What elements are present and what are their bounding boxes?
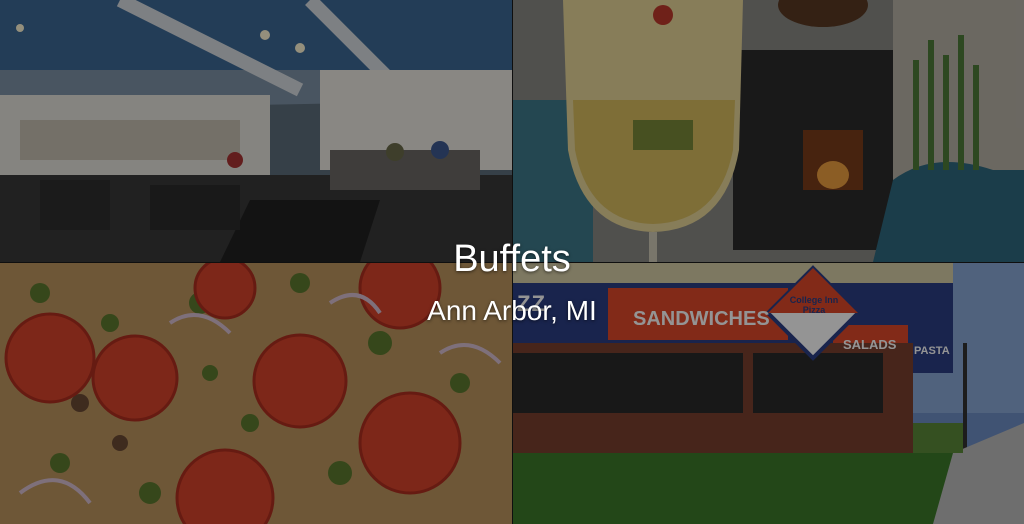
page-title: Buffets [453,238,571,280]
photo-collage: ZZ SANDWICHES SALADS PASTA College Inn P… [0,0,1024,524]
location-subtitle: Ann Arbor, MI [427,295,597,326]
